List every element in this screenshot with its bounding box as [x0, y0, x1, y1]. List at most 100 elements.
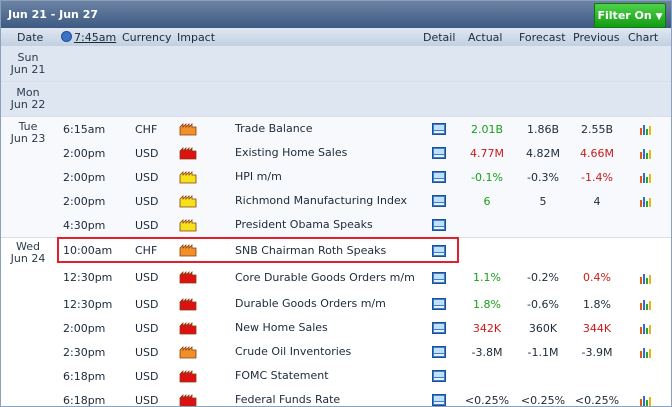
chart-icon[interactable]: [639, 340, 655, 364]
event-title[interactable]: Federal Funds Rate: [235, 388, 420, 406]
chart-icon[interactable]: [639, 189, 655, 213]
filter-button[interactable]: Filter On ▼: [594, 3, 666, 28]
chart-icon[interactable]: [639, 292, 655, 316]
event-title[interactable]: Richmond Manufacturing Index: [235, 189, 420, 213]
event-time: 2:00pm: [63, 170, 106, 184]
chart-icon[interactable]: [639, 141, 655, 165]
event-currency: USD: [135, 170, 159, 184]
actual-value: 342K: [472, 321, 502, 335]
impact-icon: [179, 189, 199, 213]
current-time-link[interactable]: 7:45am: [74, 31, 116, 44]
event-time: 12:30pm: [63, 297, 113, 311]
col-chart: Chart: [628, 31, 659, 44]
impact-icon: [179, 364, 199, 388]
detail-icon[interactable]: [432, 213, 448, 237]
forecast-value: -1.1M: [527, 345, 559, 359]
event-time: 2:00pm: [63, 146, 106, 160]
event-currency: USD: [135, 369, 159, 383]
actual-value: -0.1%: [471, 170, 503, 184]
actual-value: <0.25%: [464, 393, 510, 407]
col-time[interactable]: 7:45am: [61, 31, 116, 44]
event-title[interactable]: SNB Chairman Roth Speaks: [235, 238, 420, 263]
calendar-frame: Jun 21 - Jun 27 Filter On ▼ Date 7:45am …: [0, 0, 672, 407]
event-time: 2:30pm: [63, 345, 106, 359]
event-title[interactable]: Durable Goods Orders m/m: [235, 292, 420, 316]
detail-icon[interactable]: [432, 238, 448, 263]
clock-icon: [61, 31, 72, 42]
event-currency: USD: [135, 345, 159, 359]
event-currency: USD: [135, 297, 159, 311]
event-title[interactable]: President Obama Speaks: [235, 213, 420, 237]
event-currency: USD: [135, 218, 159, 232]
impact-icon: [179, 316, 199, 340]
forecast-value: 1.86B: [526, 122, 560, 136]
impact-icon: [179, 165, 199, 189]
actual-value: 4.77M: [470, 146, 504, 160]
event-row: 2:00pm USD Richmond Manufacturing Index 6 5 4: [1, 189, 671, 214]
actual-value: 1.8%: [473, 297, 501, 311]
event-time: 2:00pm: [63, 321, 106, 335]
day-row-mon: Mon Jun 22: [1, 82, 671, 117]
detail-icon[interactable]: [432, 364, 448, 388]
event-title[interactable]: Crude Oil Inventories: [235, 340, 420, 364]
forecast-value: 4.82M: [526, 146, 560, 160]
event-time: 6:18pm: [63, 369, 106, 383]
detail-icon[interactable]: [432, 189, 448, 213]
chart-icon[interactable]: [639, 117, 655, 141]
forecast-value: -0.6%: [527, 297, 559, 311]
chart-icon[interactable]: [639, 388, 655, 406]
event-row: 6:18pm USD FOMC Statement: [1, 364, 671, 389]
col-actual: Actual: [468, 31, 503, 44]
col-date: Date: [17, 31, 44, 44]
previous-value: [571, 364, 623, 388]
event-row: 6:18pm USD Federal Funds Rate <0.25% <0.25% <…: [1, 388, 671, 407]
event-title[interactable]: FOMC Statement: [235, 364, 420, 388]
event-currency: USD: [135, 146, 159, 160]
detail-icon[interactable]: [432, 292, 448, 316]
event-title[interactable]: Existing Home Sales: [235, 141, 420, 165]
previous-value: 2.55B: [580, 122, 614, 136]
previous-value: 344K: [582, 321, 612, 335]
day-row-sun: Sun Jun 21: [1, 46, 671, 82]
event-title[interactable]: Trade Balance: [235, 117, 420, 141]
chart-icon[interactable]: [639, 263, 655, 292]
forecast-value: 360K: [528, 321, 558, 335]
date-range-title: Jun 21 - Jun 27: [8, 8, 99, 21]
impact-icon: [179, 388, 199, 406]
day-label-wed: Wed Jun 24: [1, 241, 55, 265]
event-time: 10:00am: [63, 244, 113, 257]
calendar-top-bar: Jun 21 - Jun 27 Filter On ▼: [1, 1, 671, 28]
detail-icon[interactable]: [432, 141, 448, 165]
actual-value: [459, 238, 515, 263]
forecast-value: -0.3%: [527, 170, 559, 184]
impact-icon: [179, 117, 199, 141]
detail-icon[interactable]: [432, 340, 448, 364]
previous-value: -1.4%: [581, 170, 613, 184]
event-title[interactable]: Core Durable Goods Orders m/m: [235, 263, 420, 292]
event-row: 12:30pm USD Durable Goods Orders m/m 1.8% -0…: [1, 292, 671, 317]
event-currency: USD: [135, 194, 159, 208]
chart-icon[interactable]: [639, 316, 655, 340]
event-currency: USD: [135, 393, 159, 407]
previous-value: <0.25%: [574, 393, 620, 407]
event-title[interactable]: New Home Sales: [235, 316, 420, 340]
detail-icon[interactable]: [432, 316, 448, 340]
actual-value: 2.01B: [470, 122, 504, 136]
event-time: 12:30pm: [63, 271, 113, 284]
detail-icon[interactable]: [432, 117, 448, 141]
event-row: 2:00pm USD Existing Home Sales 4.77M 4.82M 4.…: [1, 141, 671, 166]
day-label-tue: Tue Jun 23: [1, 121, 55, 145]
col-detail: Detail: [423, 31, 456, 44]
previous-value: -3.9M: [581, 345, 613, 359]
actual-value: -3.8M: [471, 345, 503, 359]
event-row: 10:00am CHF SNB Chairman Roth Speaks: [1, 238, 671, 264]
detail-icon[interactable]: [432, 165, 448, 189]
event-title[interactable]: HPI m/m: [235, 165, 420, 189]
impact-icon: [179, 340, 199, 364]
chart-icon[interactable]: [639, 165, 655, 189]
previous-value: 4: [593, 194, 601, 208]
actual-value: [459, 213, 515, 237]
detail-icon[interactable]: [432, 388, 448, 406]
detail-icon[interactable]: [432, 263, 448, 292]
impact-icon: [179, 292, 199, 316]
